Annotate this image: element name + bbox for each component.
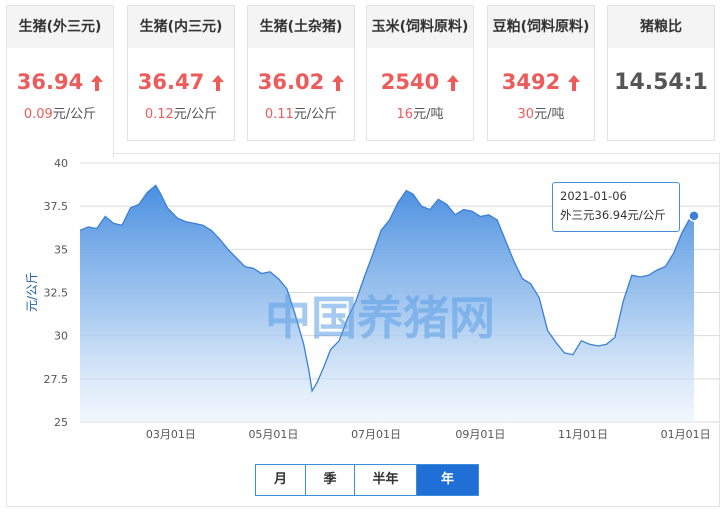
y-tick-label: 35: [54, 243, 68, 256]
x-tick-labels: 03月01日 05月01日 07月01日 09月01日 11月01日 01月01日: [146, 428, 711, 441]
last-data-point[interactable]: [688, 210, 700, 222]
y-tick-labels: 25 27.5 30 32.5 35 37.5 40: [44, 157, 69, 429]
card-change: 0.09元/公斤: [7, 103, 113, 122]
tooltip-date: 2021-01-06: [560, 189, 627, 203]
range-button-quarter[interactable]: 季: [305, 465, 354, 495]
watermark-text: 中国养猪网: [265, 291, 495, 345]
y-axis-label: 元/公斤: [25, 272, 39, 312]
arrow-up-icon: [91, 72, 104, 96]
x-tick-label: 11月01日: [558, 428, 608, 441]
card-change-number: 0.09: [23, 107, 53, 122]
x-tick-label: 07月01日: [351, 428, 401, 441]
x-tick-label: 05月01日: [248, 428, 298, 441]
y-tick-label: 32.5: [44, 287, 69, 300]
x-tick-label: 01月01日: [661, 428, 711, 441]
y-tick-label: 25: [54, 416, 68, 429]
y-tick-label: 37.5: [44, 200, 69, 213]
y-tick-label: 30: [54, 330, 68, 343]
card-pig-outer[interactable]: 生猪(外三元) 36.94 0.09元/公斤: [6, 5, 114, 157]
y-tick-label: 40: [54, 157, 68, 170]
y-tick-label: 27.5: [44, 373, 69, 386]
card-value-number: 36.94: [16, 70, 84, 94]
range-selector: 月 季 半年 年: [255, 464, 479, 496]
tooltip-value: 外三元36.94元/公斤: [560, 208, 666, 222]
card-change-unit: 元/公斤: [52, 107, 97, 122]
range-button-halfyear[interactable]: 半年: [354, 465, 416, 495]
chart-tooltip: 2021-01-06 外三元36.94元/公斤: [552, 182, 680, 232]
card-value: 36.94: [7, 70, 113, 96]
range-button-year[interactable]: 年: [416, 465, 478, 495]
x-tick-label: 03月01日: [146, 428, 196, 441]
range-button-month[interactable]: 月: [256, 465, 305, 495]
card-title: 生猪(外三元): [7, 6, 113, 48]
x-tick-label: 09月01日: [455, 428, 505, 441]
